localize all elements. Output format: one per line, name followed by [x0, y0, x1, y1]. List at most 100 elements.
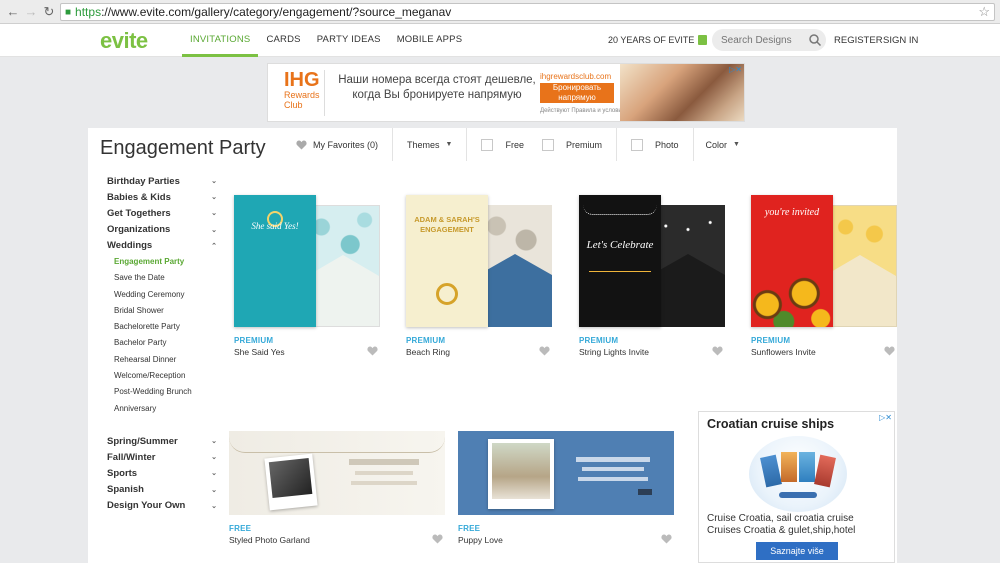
gift-icon [698, 35, 708, 45]
ad-brand-sub: Rewards Club [284, 90, 320, 110]
themes-label: Themes [407, 139, 440, 150]
card-thumbnail[interactable]: Let's Celebrate [579, 195, 725, 327]
anniversary-link[interactable]: 20 YEARS OF EVITE [608, 35, 708, 45]
sidebar-item-babies-kids[interactable]: Babies & Kids ⌄ [107, 189, 217, 205]
nav-mobile-apps[interactable]: MOBILE APPS [389, 24, 471, 57]
evite-logo[interactable]: evite [100, 28, 148, 54]
photo-filter[interactable]: Photo [617, 138, 693, 151]
ad-choices-icon[interactable]: ▷✕ [729, 65, 742, 74]
nav-party-ideas[interactable]: PARTY IDEAS [309, 24, 389, 57]
bookmark-star-icon[interactable]: ☆ [978, 4, 990, 20]
tier-label: PREMIUM [234, 336, 274, 345]
tier-label: PREMIUM [751, 336, 791, 345]
favorite-heart-icon[interactable] [712, 346, 723, 356]
photo-checkbox[interactable] [631, 138, 643, 151]
sign-in-link[interactable]: SIGN IN [883, 35, 918, 46]
sidebar-subitem-engagement-party[interactable]: Engagement Party [107, 254, 217, 270]
color-label: Color [705, 139, 728, 150]
site-header: evite INVITATIONS CARDS PARTY IDEAS MOBI… [0, 24, 1000, 57]
favorite-heart-icon[interactable] [884, 346, 895, 356]
sidebar-item-birthday-parties[interactable]: Birthday Parties ⌄ [107, 173, 217, 189]
ad-divider [324, 70, 325, 116]
search-icon[interactable] [808, 33, 822, 47]
favorite-heart-icon[interactable] [367, 346, 378, 356]
reload-icon[interactable]: ↻ [40, 3, 58, 21]
side-ad-title: Croatian cruise ships [707, 417, 835, 431]
sidebar-item-sports[interactable]: Sports ⌄ [107, 465, 217, 481]
free-label: Free [505, 139, 524, 150]
design-card[interactable]: FREE Puppy Love [458, 431, 674, 545]
garland-string [229, 437, 445, 453]
back-icon[interactable]: ← [4, 3, 22, 21]
side-ad[interactable]: Croatian cruise ships ▷✕ Cruise Croatia,… [698, 411, 895, 563]
sidebar-item-spring-summer[interactable]: Spring/Summer ⌄ [107, 433, 217, 449]
themes-dropdown[interactable]: Themes ▼ [393, 140, 466, 150]
browser-toolbar: ← → ↻ ■ https://www.evite.com/gallery/ca… [0, 0, 1000, 24]
anniversary-label: 20 YEARS OF EVITE [608, 35, 695, 45]
card-thumbnail[interactable] [458, 431, 674, 515]
sidebar-subitem-bachelorette-party[interactable]: Bachelorette Party [107, 319, 217, 335]
card-thumbnail[interactable]: ADAM & SARAH'S ENGAGEMENT [406, 195, 552, 327]
premium-checkbox[interactable] [541, 138, 554, 151]
sidebar-subitem-save-the-date[interactable]: Save the Date [107, 270, 217, 286]
lock-icon: ■ [65, 6, 72, 18]
ad-brand: IHG [284, 69, 320, 91]
design-name[interactable]: Sunflowers Invite [751, 347, 901, 357]
ad-url[interactable]: ihgrewardsclub.com [540, 72, 611, 81]
card-thumbnail[interactable]: you're invited [751, 195, 897, 327]
nav-invitations[interactable]: INVITATIONS [182, 24, 259, 57]
sidebar-subitem-post-wedding-brunch[interactable]: Post-Wedding Brunch [107, 384, 217, 400]
sidebar-subitem-bachelor-party[interactable]: Bachelor Party [107, 335, 217, 351]
design-name[interactable]: Beach Ring [406, 347, 556, 357]
sidebar-subitem-wedding-ceremony[interactable]: Wedding Ceremony [107, 287, 217, 303]
sidebar-subitem-anniversary[interactable]: Anniversary [107, 401, 217, 417]
sidebar-item-get-togethers[interactable]: Get Togethers ⌄ [107, 205, 217, 221]
invitation-text-line [576, 457, 650, 462]
sidebar-subitem-bridal-shower[interactable]: Bridal Shower [107, 303, 217, 319]
design-name[interactable]: Puppy Love [458, 535, 674, 545]
ad-book-button[interactable]: Бронировать напрямую [540, 83, 614, 103]
free-checkbox[interactable] [481, 138, 494, 151]
divider [589, 271, 651, 272]
card-thumbnail[interactable]: She said Yes! [234, 195, 380, 327]
design-card[interactable]: ADAM & SARAH'S ENGAGEMENT PREMIUM Beach … [406, 195, 556, 357]
design-name[interactable]: Styled Photo Garland [229, 535, 445, 545]
sidebar-item-spanish[interactable]: Spanish ⌄ [107, 481, 217, 497]
design-card[interactable]: She said Yes! PREMIUM She Said Yes [234, 195, 384, 357]
sidebar-item-fall-winter[interactable]: Fall/Winter ⌄ [107, 449, 217, 465]
sidebar-item-weddings[interactable]: Weddings ⌃ [107, 238, 217, 254]
favorite-heart-icon[interactable] [432, 534, 443, 544]
favorite-heart-icon[interactable] [661, 534, 672, 544]
nav-cards[interactable]: CARDS [258, 24, 308, 57]
forward-icon[interactable]: → [22, 3, 40, 21]
sidebar-item-design-your-own[interactable]: Design Your Own ⌄ [107, 498, 217, 514]
sidebar-item-organizations[interactable]: Organizations ⌄ [107, 222, 217, 238]
design-card[interactable]: Let's Celebrate PREMIUM String Lights In… [579, 195, 729, 357]
favorite-heart-icon[interactable] [539, 346, 550, 356]
sidebar-subitem-rehearsal-dinner[interactable]: Rehearsal Dinner [107, 352, 217, 368]
sidebar-subitem-welcome-reception[interactable]: Welcome/Reception [107, 368, 217, 384]
envelope-liner [307, 206, 379, 276]
premium-filter[interactable]: Premium [538, 138, 616, 151]
design-name[interactable]: She Said Yes [234, 347, 384, 357]
string-lights [583, 205, 657, 215]
invitation-image: you're invited [751, 195, 833, 327]
free-filter[interactable]: Free [467, 138, 538, 151]
chevron-down-icon: ⌄ [211, 454, 217, 462]
card-thumbnail[interactable] [229, 431, 445, 515]
sidebar-item-label: Birthday Parties [107, 175, 180, 187]
register-link[interactable]: REGISTER [834, 35, 883, 46]
photo-tile [799, 452, 815, 482]
design-card[interactable]: FREE Styled Photo Garland [229, 431, 445, 545]
color-dropdown[interactable]: Color ▼ [694, 140, 752, 150]
tier-label: FREE [458, 524, 481, 533]
my-favorites-filter[interactable]: My Favorites (0) [296, 140, 392, 150]
address-bar[interactable]: ■ https://www.evite.com/gallery/category… [60, 3, 995, 21]
design-card[interactable]: you're invited PREMIUM Sunflowers Invite [751, 195, 901, 357]
banner-ad[interactable]: IHG Rewards Club Наши номера всегда стоя… [267, 63, 745, 122]
side-ad-button[interactable]: Saznajte više [756, 542, 838, 560]
design-name[interactable]: String Lights Invite [579, 347, 729, 357]
sidebar-item-label: Spring/Summer [107, 435, 178, 447]
ad-choices-icon[interactable]: ▷✕ [879, 413, 892, 422]
